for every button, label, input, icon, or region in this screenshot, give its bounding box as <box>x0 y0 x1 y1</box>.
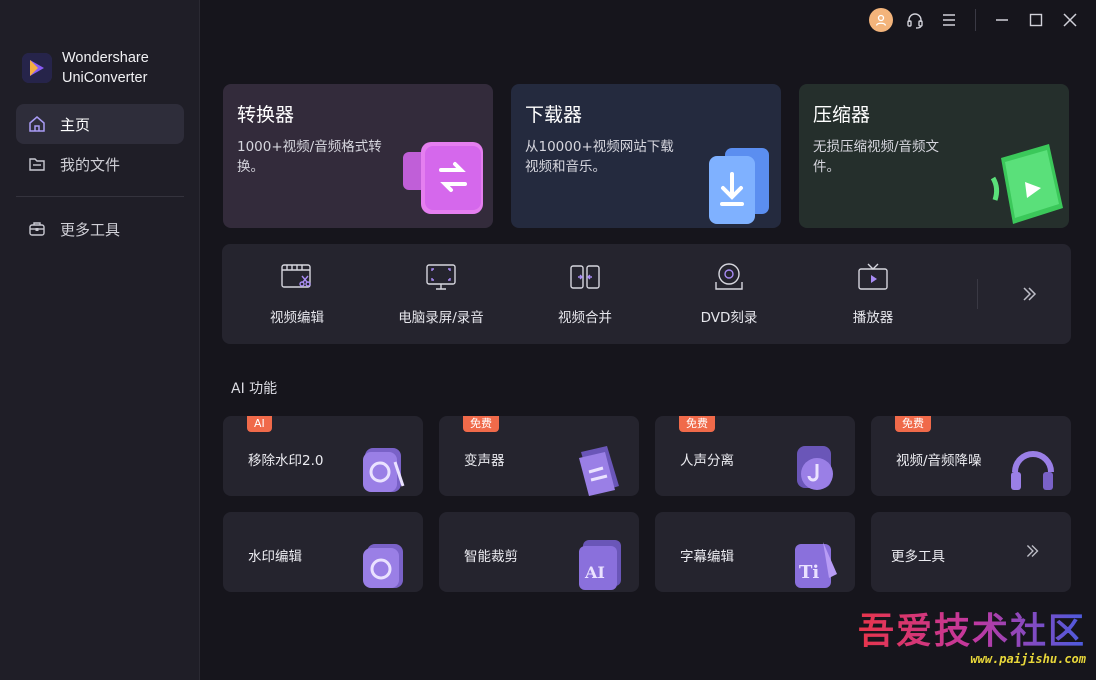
watermark-remove-icon <box>361 442 407 496</box>
video-edit-icon <box>280 262 314 292</box>
sidebar-item-more-tools[interactable]: 更多工具 <box>16 209 184 249</box>
player-icon <box>856 262 890 292</box>
tools-separator <box>977 279 978 309</box>
watermark-edit-icon <box>361 538 407 592</box>
converter-icon <box>393 124 493 228</box>
subtitle-edit-icon: Ti <box>793 538 839 592</box>
tool-label: 播放器 <box>852 310 894 326</box>
sidebar-item-label: 主页 <box>60 115 91 134</box>
sidebar-item-label: 更多工具 <box>60 220 121 239</box>
ai-card-watermark-remove[interactable]: AI 移除水印2.0 <box>223 416 423 496</box>
sidebar-divider <box>16 196 184 197</box>
double-chevron-right-icon <box>1021 540 1043 562</box>
tool-dvd-burn[interactable]: DVD刻录 <box>659 244 799 344</box>
watermark-text: 吾爱技术社区 <box>858 602 1086 654</box>
tool-screen-record[interactable]: 电脑录屏/录音 <box>371 244 511 344</box>
card-desc: 1000+视频/音频格式转换。 <box>237 139 382 175</box>
close-icon[interactable] <box>1058 8 1082 32</box>
tool-label: 电脑录屏/录音 <box>398 310 484 326</box>
uniconverter-logo-icon <box>22 53 52 83</box>
ai-card-label: 水印编辑 <box>248 549 302 565</box>
window-controls-separator <box>975 9 976 31</box>
screen-record-icon <box>424 262 458 292</box>
menu-icon[interactable] <box>937 8 961 32</box>
watermark-url: www.paijishu.com <box>970 652 1086 666</box>
ai-badge: AI <box>247 416 272 432</box>
merge-icon <box>568 262 602 292</box>
vocal-remover-icon <box>793 442 839 496</box>
quick-tools-bar: 视频编辑 电脑录屏/录音 视频合并 DVD刻录 播放器 <box>222 244 1071 344</box>
smart-crop-icon: AI <box>577 538 623 592</box>
free-badge: 免费 <box>679 416 715 432</box>
noise-reduction-icon <box>1009 442 1055 496</box>
compressor-card[interactable]: 压缩器 无损压缩视频/音频文件。 <box>799 84 1069 228</box>
ai-card-label: 智能裁剪 <box>464 549 518 565</box>
brand-line1: Wondershare <box>62 50 149 66</box>
card-desc: 无损压缩视频/音频文件。 <box>813 139 940 175</box>
avatar[interactable] <box>869 8 893 32</box>
downloader-card[interactable]: 下载器 从10000+视频网站下载视频和音乐。 <box>511 84 781 228</box>
tool-video-merge[interactable]: 视频合并 <box>515 244 655 344</box>
ai-card-noise-reduction[interactable]: 免费 视频/音频降噪 <box>871 416 1071 496</box>
card-desc: 从10000+视频网站下载视频和音乐。 <box>525 139 674 175</box>
home-icon <box>28 115 46 133</box>
voice-changer-icon <box>577 442 623 496</box>
ai-card-vocal-remover[interactable]: 免费 人声分离 <box>655 416 855 496</box>
converter-card[interactable]: 转换器 1000+视频/音频格式转换。 <box>223 84 493 228</box>
maximize-icon[interactable] <box>1024 8 1048 32</box>
double-chevron-right-icon[interactable] <box>1017 282 1041 306</box>
tool-label: 视频编辑 <box>270 310 324 326</box>
headset-icon[interactable] <box>903 8 927 32</box>
tool-label: 视频合并 <box>558 310 612 326</box>
ai-card-smart-crop[interactable]: 智能裁剪 AI <box>439 512 639 592</box>
brand-name: Wondershare UniConverter <box>62 48 149 88</box>
compress-icon <box>989 138 1069 228</box>
card-title: 下载器 <box>525 104 583 126</box>
ai-card-label: 视频/音频降噪 <box>896 453 982 469</box>
sidebar: Wondershare UniConverter 主页 我的文件 更多工具 <box>0 0 200 680</box>
ai-card-label: 移除水印2.0 <box>248 453 324 469</box>
dvd-icon <box>712 262 746 292</box>
download-icon <box>691 134 781 228</box>
sidebar-item-my-files[interactable]: 我的文件 <box>16 144 184 184</box>
folder-icon <box>28 155 46 173</box>
ai-section-title: AI 功能 <box>231 381 278 397</box>
toolbox-icon <box>28 220 46 238</box>
minimize-icon[interactable] <box>990 8 1014 32</box>
ai-card-voice-changer[interactable]: 免费 变声器 <box>439 416 639 496</box>
card-title: 压缩器 <box>813 104 871 126</box>
brand: Wondershare UniConverter <box>22 48 149 88</box>
ai-card-label: 变声器 <box>464 453 505 469</box>
svg-text:AI: AI <box>584 563 605 582</box>
ai-card-label: 字幕编辑 <box>680 549 734 565</box>
window-controls <box>869 8 1082 32</box>
free-badge: 免费 <box>895 416 931 432</box>
ai-card-more-tools[interactable]: 更多工具 <box>871 512 1071 592</box>
free-badge: 免费 <box>463 416 499 432</box>
tool-label: DVD刻录 <box>700 310 758 326</box>
sidebar-item-label: 我的文件 <box>60 155 121 174</box>
brand-line2: UniConverter <box>62 70 148 86</box>
tool-player[interactable]: 播放器 <box>803 244 943 344</box>
ai-card-label: 更多工具 <box>891 549 945 565</box>
ai-card-watermark-edit[interactable]: 水印编辑 <box>223 512 423 592</box>
ai-card-subtitle-edit[interactable]: 字幕编辑 Ti <box>655 512 855 592</box>
svg-text:Ti: Ti <box>799 562 819 583</box>
site-watermark: 吾爱技术社区 www.paijishu.com <box>858 602 1086 666</box>
sidebar-item-home[interactable]: 主页 <box>16 104 184 144</box>
ai-card-label: 人声分离 <box>680 453 734 469</box>
card-title: 转换器 <box>237 104 295 126</box>
tool-video-edit[interactable]: 视频编辑 <box>227 244 367 344</box>
